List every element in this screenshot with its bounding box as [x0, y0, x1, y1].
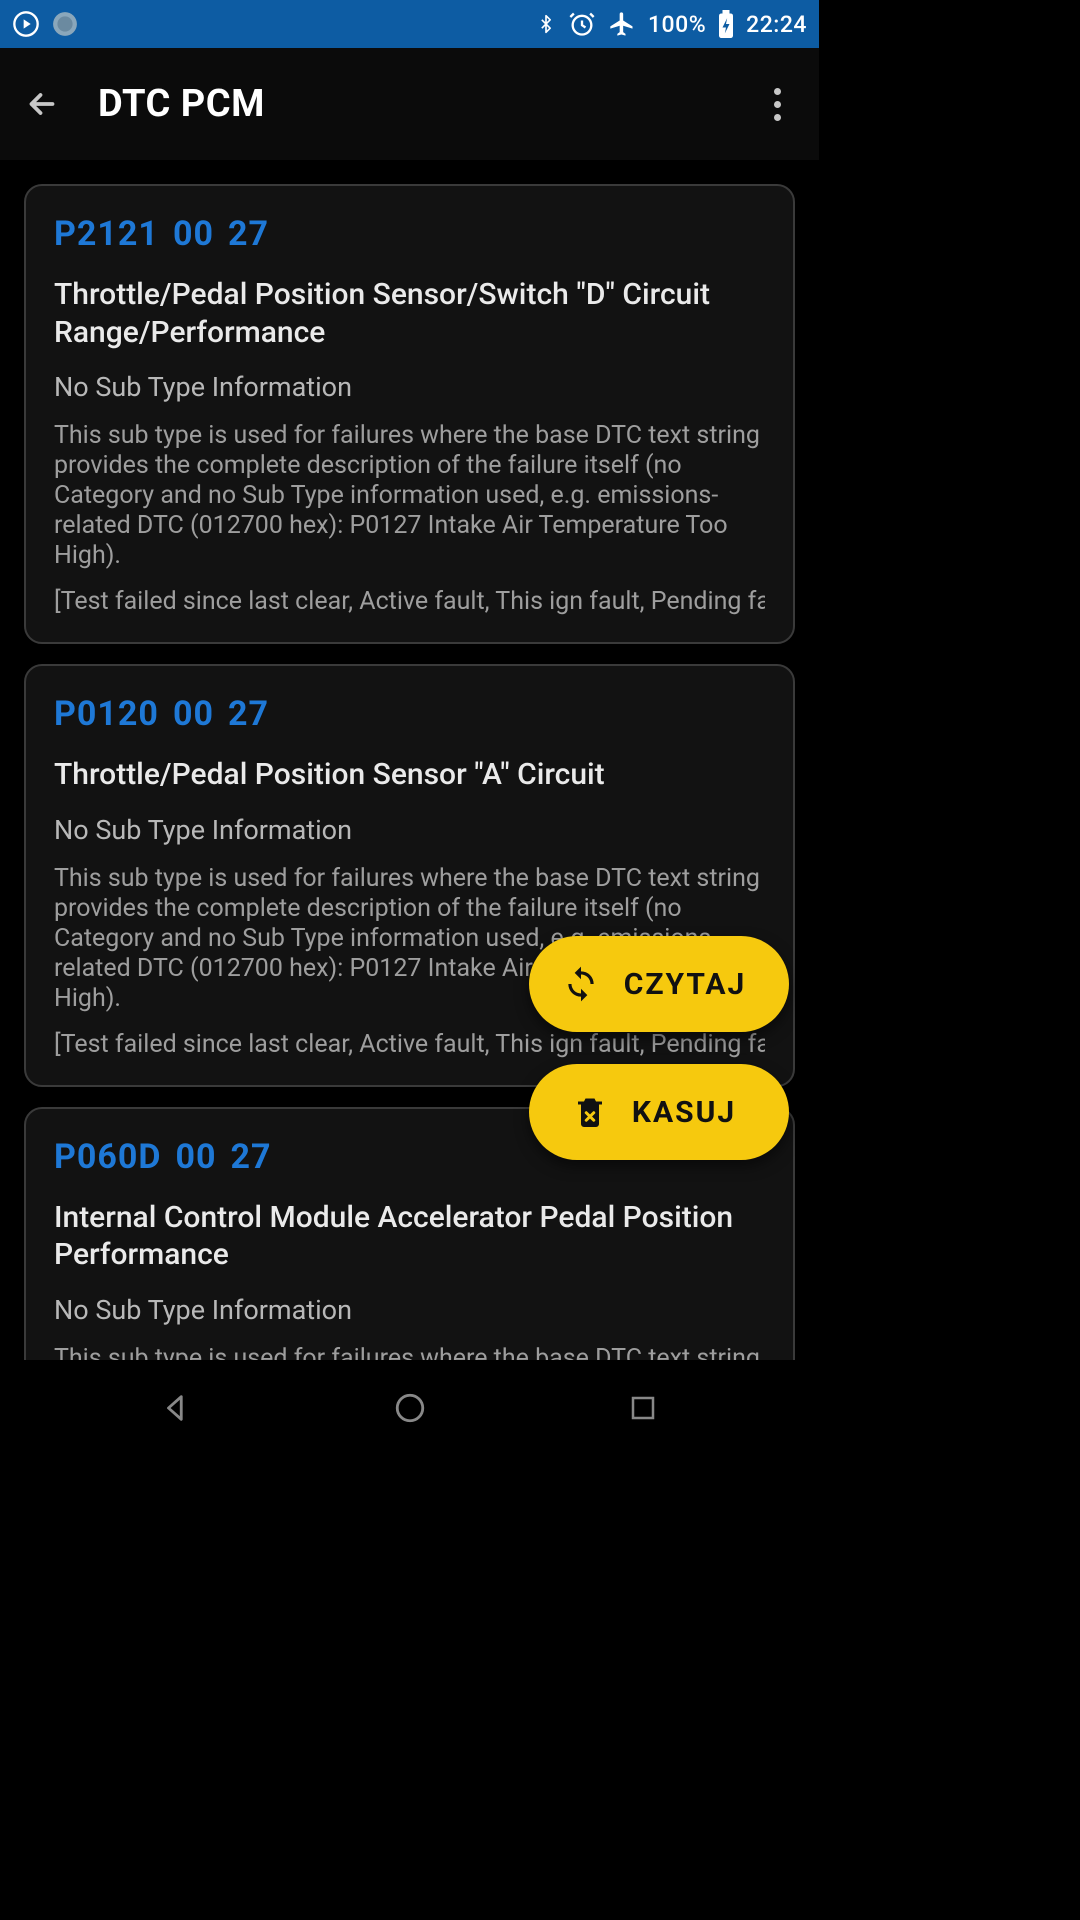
status-bar: 100% 22:24	[0, 0, 819, 48]
clear-label: KASUJ	[632, 1095, 736, 1130]
dtc-subtype: No Sub Type Information	[54, 814, 765, 846]
dtc-title: Throttle/Pedal Position Sensor "A" Circu…	[54, 756, 765, 794]
dtc-code: P21210027	[54, 214, 765, 254]
clock-time: 22:24	[746, 11, 807, 38]
back-button[interactable]	[18, 80, 66, 128]
dtc-status: [Test failed since last clear, Active fa…	[54, 587, 765, 616]
more-vert-icon	[774, 88, 781, 121]
dtc-list[interactable]: P21210027 Throttle/Pedal Position Sensor…	[0, 160, 819, 1360]
overflow-menu-button[interactable]	[753, 80, 801, 128]
dtc-description: This sub type is used for failures where…	[54, 421, 765, 571]
refresh-icon	[562, 965, 600, 1003]
app-bar: DTC PCM	[0, 48, 819, 160]
dtc-subtype: No Sub Type Information	[54, 1294, 765, 1326]
fab-stack: CZYTAJ KASUJ	[529, 936, 789, 1160]
bluetooth-icon	[536, 10, 556, 38]
sync-icon	[52, 11, 78, 37]
dtc-card[interactable]: P21210027 Throttle/Pedal Position Sensor…	[24, 184, 795, 644]
delete-icon	[572, 1094, 608, 1130]
battery-percent: 100%	[648, 11, 706, 38]
page-title: DTC PCM	[98, 82, 265, 126]
dtc-title: Throttle/Pedal Position Sensor/Switch "D…	[54, 276, 765, 351]
dtc-code: P01200027	[54, 694, 765, 734]
alarm-icon	[568, 10, 596, 38]
nav-home-button[interactable]	[370, 1378, 450, 1438]
airplane-icon	[608, 10, 636, 38]
read-button[interactable]: CZYTAJ	[529, 936, 789, 1032]
dtc-description: This sub type is used for failures where…	[54, 1344, 765, 1361]
nav-back-button[interactable]	[137, 1378, 217, 1438]
play-circle-icon	[12, 10, 40, 38]
clear-button[interactable]: KASUJ	[529, 1064, 789, 1160]
dtc-subtype: No Sub Type Information	[54, 371, 765, 403]
nav-bar	[0, 1360, 819, 1456]
nav-recent-button[interactable]	[603, 1378, 683, 1438]
battery-charging-icon	[718, 10, 734, 38]
dtc-title: Internal Control Module Accelerator Peda…	[54, 1199, 765, 1274]
read-label: CZYTAJ	[624, 967, 747, 1002]
